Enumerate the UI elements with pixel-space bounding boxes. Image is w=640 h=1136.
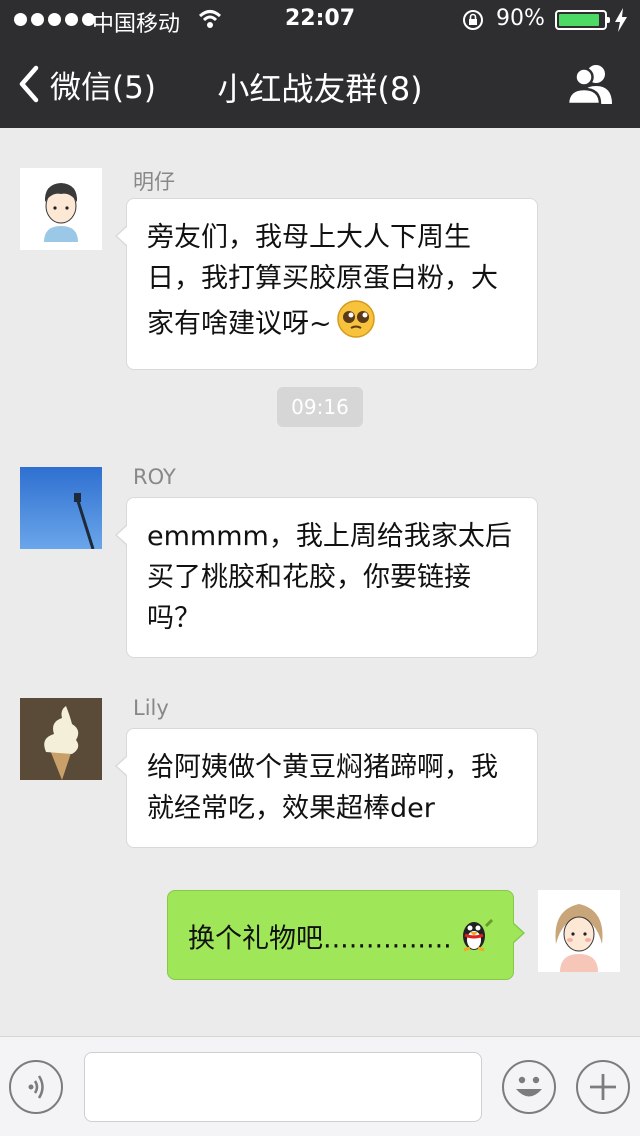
- message-text: 旁友们，我母上大人下周生日，我打算买胶原蛋白粉，大家有啥建议呀~: [147, 222, 498, 340]
- message-timestamp: 09:16: [277, 387, 363, 427]
- message-text: 给阿姨做个黄豆焖猪蹄啊，我就经常吃，效果超棒der: [147, 752, 498, 824]
- message-text: 换个礼物吧...............: [188, 923, 452, 955]
- girl-avatar-icon: [538, 890, 620, 972]
- input-bar: [0, 1036, 640, 1136]
- avatar[interactable]: [20, 698, 102, 780]
- my-message-bubble[interactable]: 换个礼物吧...............: [167, 890, 525, 980]
- rotation-lock-icon: [463, 10, 483, 30]
- voice-button[interactable]: [9, 1060, 63, 1114]
- my-avatar[interactable]: [538, 890, 620, 972]
- nav-bar: 微信(5) 小红战友群(8): [0, 40, 640, 128]
- status-bar: 中国移动 22:07 90%: [0, 0, 640, 40]
- plus-icon: [590, 1074, 616, 1100]
- battery-percent: 90%: [496, 6, 545, 31]
- battery-fill: [559, 14, 599, 26]
- pleading-face-icon: [336, 299, 376, 351]
- message-bubble[interactable]: 给阿姨做个黄豆焖猪蹄啊，我就经常吃，效果超棒der: [115, 728, 538, 848]
- voice-icon: [28, 1075, 44, 1099]
- group-members-icon[interactable]: [566, 62, 614, 106]
- ice-cream-avatar-icon: [20, 698, 102, 780]
- message-text: emmmm，我上周给我家太后买了桃胶和花胶，你要链接吗？: [147, 521, 512, 634]
- smiley-icon: [516, 1076, 542, 1097]
- message-bubble[interactable]: emmmm，我上周给我家太后买了桃胶和花胶，你要链接吗？: [115, 497, 538, 658]
- charging-icon: [615, 8, 627, 32]
- boy-avatar-icon: [20, 168, 102, 250]
- avatar[interactable]: [20, 467, 102, 549]
- top-bar: 中国移动 22:07 90% 微信(5) 小红战友群(8): [0, 0, 640, 128]
- avatar[interactable]: [20, 168, 102, 250]
- sender-name: 明仔: [133, 170, 175, 194]
- battery-icon: [555, 10, 610, 30]
- penguin-sticker-icon: [456, 914, 496, 966]
- more-button[interactable]: [576, 1060, 630, 1114]
- message-input[interactable]: [84, 1052, 482, 1122]
- sky-tower-avatar-icon: [20, 467, 102, 549]
- message-list[interactable]: 明仔 旁友们，我母上大人下周生日，我打算买胶原蛋白粉，大家有啥建议呀~ 09:1…: [0, 128, 640, 1036]
- sender-name: Lily: [133, 696, 169, 720]
- message-bubble[interactable]: 旁友们，我母上大人下周生日，我打算买胶原蛋白粉，大家有啥建议呀~: [115, 198, 538, 370]
- chat-title: 小红战友群(8): [217, 70, 423, 108]
- sender-name: ROY: [133, 465, 176, 489]
- emoji-button[interactable]: [502, 1060, 556, 1114]
